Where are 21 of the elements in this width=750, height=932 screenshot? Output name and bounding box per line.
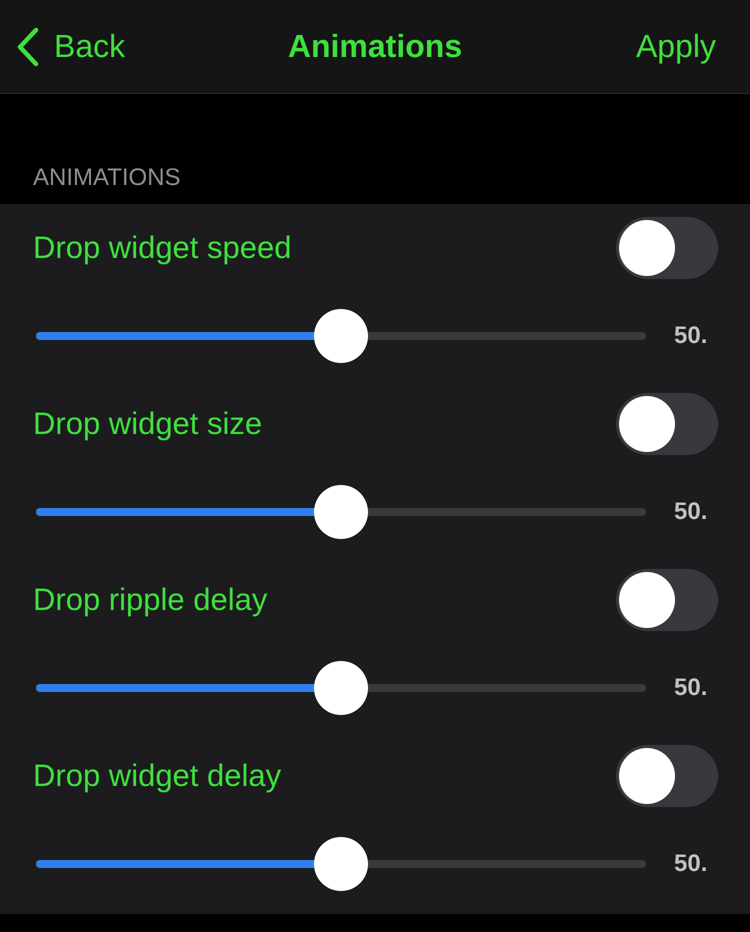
slider-thumb[interactable] bbox=[314, 309, 368, 363]
slider-thumb[interactable] bbox=[314, 837, 368, 891]
setting-label: Drop widget speed bbox=[33, 230, 292, 266]
back-button[interactable]: Back bbox=[16, 26, 126, 66]
slider[interactable] bbox=[36, 309, 646, 363]
slider[interactable] bbox=[36, 661, 646, 715]
slider-value: 50. bbox=[674, 674, 708, 702]
section-header: ANIMATIONS bbox=[33, 164, 181, 192]
slider[interactable] bbox=[36, 837, 646, 891]
chevron-left-icon bbox=[16, 26, 40, 66]
setting-label: Drop widget delay bbox=[33, 758, 282, 794]
slider-thumb[interactable] bbox=[314, 661, 368, 715]
setting-label: Drop ripple delay bbox=[33, 582, 268, 618]
apply-button[interactable]: Apply bbox=[636, 28, 716, 65]
setting-label: Drop widget size bbox=[33, 406, 262, 442]
screen-title: Animations bbox=[288, 28, 462, 64]
slider-value: 50. bbox=[674, 850, 708, 878]
slider-value: 50. bbox=[674, 498, 708, 526]
slider[interactable] bbox=[36, 485, 646, 539]
slider-value: 50. bbox=[674, 322, 708, 350]
slider-thumb[interactable] bbox=[314, 485, 368, 539]
